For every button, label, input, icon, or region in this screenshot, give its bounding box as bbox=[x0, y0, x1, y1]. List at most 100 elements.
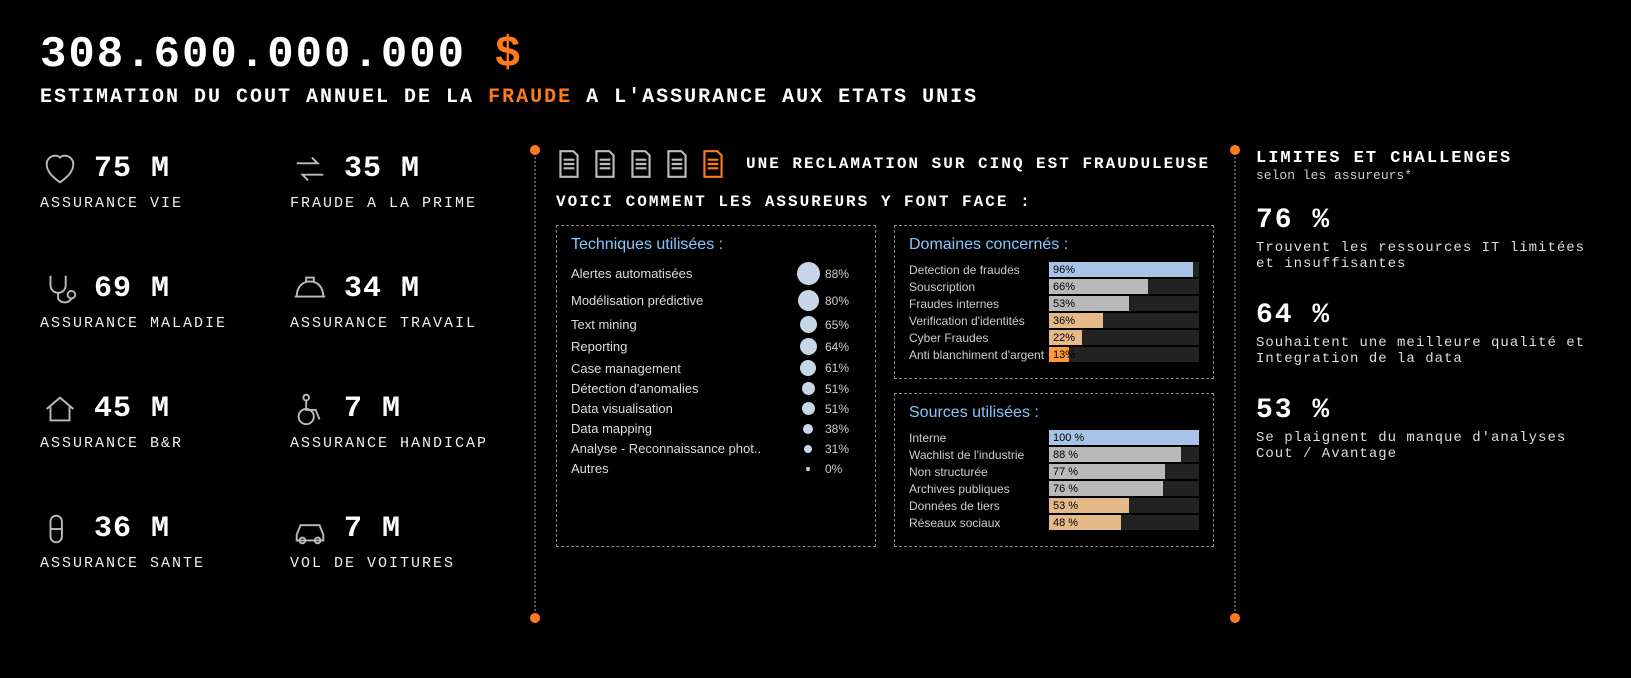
document-fraud-icon bbox=[700, 149, 726, 179]
technique-label: Alertes automatisées bbox=[571, 266, 791, 281]
bubble-icon bbox=[800, 316, 817, 333]
bubble-icon bbox=[802, 382, 815, 395]
bar-row: Detection de fraudes 96% bbox=[909, 262, 1199, 277]
bar-track: 88 % bbox=[1049, 447, 1199, 462]
document-icon bbox=[628, 149, 654, 179]
docs-line: UNE RECLAMATION SUR CINQ EST FRAUDULEUSE bbox=[746, 155, 1210, 173]
domaines-box: Domaines concernés : Detection de fraude… bbox=[894, 225, 1214, 379]
stat-value: 75 M bbox=[94, 152, 170, 186]
techniques-title: Techniques utilisées : bbox=[571, 236, 861, 254]
stat-card: 7 MASSURANCE HANDICAP bbox=[290, 389, 520, 499]
stat-card: 35 MFRAUDE A LA PRIME bbox=[290, 149, 520, 259]
bar-value: 36% bbox=[1053, 313, 1075, 328]
bar-value: 77 % bbox=[1053, 464, 1078, 479]
divider-dot-icon bbox=[530, 145, 540, 155]
bar-track: 100 % bbox=[1049, 430, 1199, 445]
stat-value: 36 M bbox=[94, 512, 170, 546]
center-subtitle: VOICI COMMENT LES ASSUREURS Y FONT FACE … bbox=[556, 193, 1214, 211]
technique-label: Case management bbox=[571, 361, 791, 376]
technique-pct: 88% bbox=[825, 267, 861, 281]
subhead-accent: FRAUDE bbox=[488, 86, 572, 109]
bar-row: Non structurée 77 % bbox=[909, 464, 1199, 479]
house-icon bbox=[40, 389, 80, 429]
stat-card: 75 M ASSURANCE VIE bbox=[40, 149, 270, 259]
technique-pct: 0% bbox=[825, 462, 861, 476]
stat-label: ASSURANCE B&R bbox=[40, 435, 270, 452]
vertical-divider bbox=[1220, 149, 1250, 619]
technique-label: Data visualisation bbox=[571, 401, 791, 416]
wheelchair-icon bbox=[290, 389, 330, 429]
stat-card: 36 M ASSURANCE SANTE bbox=[40, 509, 270, 619]
bar-track: 36% bbox=[1049, 313, 1199, 328]
bar-label: Fraudes internes bbox=[909, 297, 1049, 311]
document-icon bbox=[664, 149, 690, 179]
challenge-item: 53 %Se plaignent du manque d'analyses Co… bbox=[1256, 395, 1600, 462]
bubble-icon bbox=[800, 360, 816, 376]
bar-row: Archives publiques76 % bbox=[909, 481, 1199, 496]
bar-track: 53% bbox=[1049, 296, 1199, 311]
divider-dot-icon bbox=[1230, 613, 1240, 623]
bar-value: 88 % bbox=[1053, 447, 1078, 462]
bar-label: Souscription bbox=[909, 280, 1049, 294]
technique-pct: 61% bbox=[825, 361, 861, 375]
bar-value: 96% bbox=[1053, 262, 1075, 277]
stats-grid: 75 MASSURANCE VIE35 MFRAUDE A LA PRIME69… bbox=[40, 149, 520, 619]
bar-track: 66% bbox=[1049, 279, 1199, 294]
bar-row: Cyber Fraudes22% bbox=[909, 330, 1199, 345]
domaines-title: Domaines concernés : bbox=[909, 236, 1199, 254]
stat-label: VOL DE VOITURES bbox=[290, 555, 520, 572]
techniques-box: Techniques utilisées : Alertes automatis… bbox=[556, 225, 876, 547]
stat-label: ASSURANCE SANTE bbox=[40, 555, 270, 572]
technique-label: Text mining bbox=[571, 317, 791, 332]
bar-track: 76 % bbox=[1049, 481, 1199, 496]
bar-value: 66% bbox=[1053, 279, 1075, 294]
technique-label: Reporting bbox=[571, 339, 791, 354]
bar-label: Wachlist de l'industrie bbox=[909, 448, 1049, 462]
divider-dot-icon bbox=[1230, 145, 1240, 155]
bar-label: Interne bbox=[909, 431, 1049, 445]
bar-row: Réseaux sociaux48 % bbox=[909, 515, 1199, 530]
bar-track: 13% bbox=[1049, 347, 1199, 362]
bar-value: 76 % bbox=[1053, 481, 1078, 496]
stat-value: 34 M bbox=[344, 272, 420, 306]
subheadline: ESTIMATION DU COUT ANNUEL DE LA FRAUDE A… bbox=[40, 86, 1591, 109]
technique-pct: 51% bbox=[825, 402, 861, 416]
bar-value: 53 % bbox=[1053, 498, 1078, 513]
bubble-icon bbox=[800, 338, 817, 355]
stat-value: 7 M bbox=[344, 512, 401, 546]
challenge-item: 76 %Trouvent les ressources IT limitées … bbox=[1256, 205, 1600, 272]
stat-label: FRAUDE A LA PRIME bbox=[290, 195, 520, 212]
bar-row: Souscription 66% bbox=[909, 279, 1199, 294]
challenge-pct: 53 % bbox=[1256, 395, 1600, 426]
bar-label: Non structurée bbox=[909, 465, 1049, 479]
bar-label: Detection de fraudes bbox=[909, 263, 1049, 277]
bar-track: 96% bbox=[1049, 262, 1199, 277]
document-icon bbox=[556, 149, 582, 179]
challenge-text: Trouvent les ressources IT limitées et i… bbox=[1256, 240, 1596, 272]
bar-value: 53% bbox=[1053, 296, 1075, 311]
headline: 308.600.000.000 $ bbox=[40, 30, 1591, 80]
bar-value: 13% bbox=[1053, 347, 1075, 362]
stat-label: ASSURANCE VIE bbox=[40, 195, 270, 212]
bar-label: Données de tiers bbox=[909, 499, 1049, 513]
bubble-icon bbox=[806, 467, 810, 471]
technique-row: Détection d'anomalies51% bbox=[571, 381, 861, 396]
stat-value: 45 M bbox=[94, 392, 170, 426]
bar-label: Verification d'identités bbox=[909, 314, 1049, 328]
bar-row: Verification d'identités 36% bbox=[909, 313, 1199, 328]
technique-row: Data visualisation 51% bbox=[571, 401, 861, 416]
technique-pct: 65% bbox=[825, 318, 861, 332]
bar-label: Anti blanchiment d'argent bbox=[909, 348, 1049, 362]
challenge-item: 64 %Souhaitent une meilleure qualité et … bbox=[1256, 300, 1600, 367]
headline-currency: $ bbox=[494, 30, 522, 80]
stat-label: ASSURANCE HANDICAP bbox=[290, 435, 520, 452]
challenges-title: LIMITES ET CHALLENGES bbox=[1256, 149, 1600, 168]
technique-row: Analyse - Reconnaissance phot..31% bbox=[571, 441, 861, 456]
technique-row: Modélisation prédictive80% bbox=[571, 290, 861, 311]
pill-icon bbox=[40, 509, 80, 549]
bubble-icon bbox=[797, 262, 820, 285]
technique-pct: 38% bbox=[825, 422, 861, 436]
technique-label: Analyse - Reconnaissance phot.. bbox=[571, 441, 791, 456]
technique-label: Modélisation prédictive bbox=[571, 293, 791, 308]
stat-card: 45 M ASSURANCE B&R bbox=[40, 389, 270, 499]
